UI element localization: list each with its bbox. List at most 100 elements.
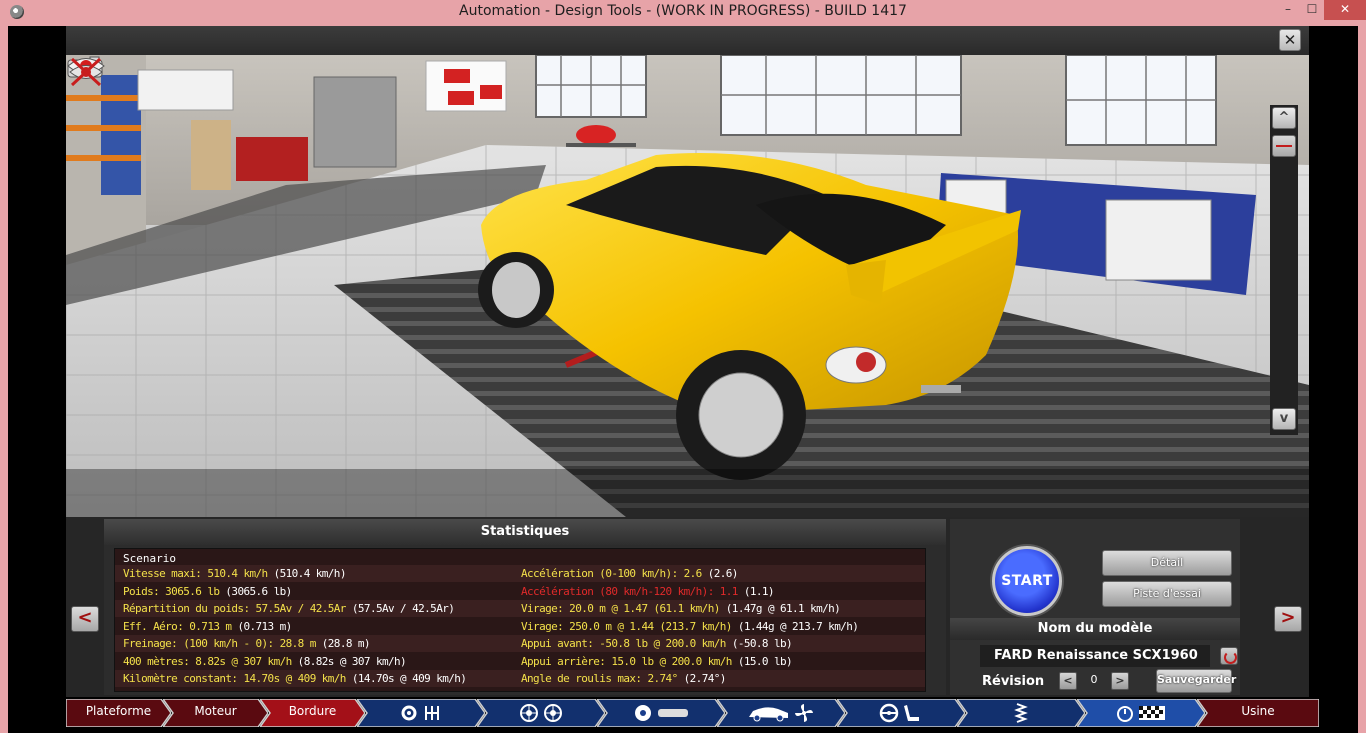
stat-value: Appui avant: -50.8 lb @ 200.0 km/h xyxy=(521,637,726,650)
stat-compare-value: (28.8 m) xyxy=(321,637,371,650)
nav-tab-label: Bordure xyxy=(288,704,337,718)
window-titlebar: Automation - Design Tools - (WORK IN PRO… xyxy=(0,0,1366,24)
nav-tab-body-aero[interactable] xyxy=(717,699,845,727)
stat-value: Accélération (0-100 km/h): 2.6 xyxy=(521,567,702,580)
next-button[interactable]: > xyxy=(1274,606,1302,632)
stats-row: Vitesse maxi: 510.4 km/h (510.4 km/h) Acc… xyxy=(115,565,925,582)
steering-wheel-icon xyxy=(879,703,899,723)
save-button[interactable]: Sauvegarder xyxy=(1156,669,1236,693)
stat-left-cell: Répartition du poids: 57.5Av / 42.5Ar (5… xyxy=(123,602,455,615)
model-name-header: Nom du modèle xyxy=(950,618,1240,640)
stat-compare-value: (0.713 m) xyxy=(237,619,292,633)
start-button[interactable]: START xyxy=(992,546,1062,616)
stat-left-cell: Kilomètre constant: 14.70s @ 409 km/h (1… xyxy=(123,672,467,685)
stat-value: Virage: 20.0 m @ 1.47 (61.1 km/h) xyxy=(521,602,720,615)
nav-tab-usine[interactable]: Usine xyxy=(1197,699,1319,727)
stat-right-cell: Accélération (0-100 km/h): 2.6 (2.6) xyxy=(521,567,738,580)
window-title: Automation - Design Tools - (WORK IN PRO… xyxy=(459,3,907,19)
scroll-down-button[interactable]: v xyxy=(1272,408,1296,430)
statistics-title: Statistiques xyxy=(104,519,946,545)
stat-value: Virage: 250.0 m @ 1.44 (213.7 km/h) xyxy=(521,619,732,633)
stats-row: Kilomètre constant: 14.70s @ 409 km/h (1… xyxy=(115,670,925,687)
nav-tab-testing[interactable] xyxy=(1077,699,1205,727)
detail-button[interactable]: Détail xyxy=(1102,550,1232,576)
statistics-table: Scenario Vitesse maxi: 510.4 km/h (510.4… xyxy=(114,548,926,692)
stat-compare-value: (8.82s @ 307 km/h) xyxy=(297,654,407,668)
stat-compare-value: (15.0 lb) xyxy=(737,654,793,668)
stat-right-cell: Appui avant: -50.8 lb @ 200.0 km/h (-50.… xyxy=(521,637,793,650)
garage-scene xyxy=(66,55,1309,517)
nav-tab-bordure[interactable]: Bordure xyxy=(260,699,365,727)
scenario-label: Scenario xyxy=(123,552,176,565)
brake-caliper-icon xyxy=(658,709,688,717)
stat-compare-value: (1.44g @ 213.7 km/h) xyxy=(737,619,859,633)
stat-left-cell: Eff. Aéro: 0.713 m (0.713 m) xyxy=(123,620,292,633)
stat-right-cell: Virage: 250.0 m @ 1.44 (213.7 km/h) (1.4… xyxy=(521,619,859,633)
statistics-panel: Statistiques Scenario Vitesse maxi: 510.… xyxy=(104,519,946,695)
nav-tab-label: Usine xyxy=(1241,704,1275,718)
stat-compare-value: (1.1) xyxy=(743,584,775,598)
bottom-panel: < > Statistiques Scenario Vitesse maxi: … xyxy=(66,517,1309,697)
nav-tab-wheels[interactable] xyxy=(477,699,605,727)
maximize-button[interactable]: ☐ xyxy=(1300,0,1324,20)
brake-disc-icon xyxy=(635,705,651,721)
gear-icon xyxy=(401,705,417,721)
nav-tab-label: Plateforme xyxy=(85,704,152,718)
nav-tab-label: Moteur xyxy=(194,704,237,718)
stat-value: Poids: 3065.6 lb xyxy=(123,584,220,598)
stat-value: Angle de roulis max: 2.74° xyxy=(521,672,678,685)
fan-icon xyxy=(795,704,813,722)
spring-icon xyxy=(1014,703,1028,723)
zoom-scrollbar[interactable]: ^ v xyxy=(1270,105,1298,435)
stat-compare-value: (2.74°) xyxy=(683,672,727,685)
nav-tab-brakes[interactable] xyxy=(597,699,725,727)
stat-value: Appui arrière: 15.0 lb @ 200.0 km/h xyxy=(521,654,732,668)
stat-value: 400 mètres: 8.82s @ 307 km/h xyxy=(123,654,292,668)
stat-value: Freinage: (100 km/h - 0): 28.8 m xyxy=(123,637,316,650)
stat-compare-value: (3065.6 lb) xyxy=(225,584,292,598)
stat-compare-value: (57.5Av / 42.5Ar) xyxy=(351,602,455,615)
stat-compare-value: (510.4 km/h) xyxy=(273,567,347,580)
revision-value: 0 xyxy=(1090,673,1098,686)
stat-right-cell: Angle de roulis max: 2.74° (2.74°) xyxy=(521,672,726,685)
stat-compare-value: (2.6) xyxy=(707,567,739,580)
hide-view-icon[interactable] xyxy=(66,55,106,89)
stat-value: Eff. Aéro: 0.713 m xyxy=(123,619,232,633)
nav-tab-plateforme[interactable]: Plateforme xyxy=(66,699,171,727)
revision-decrement-button[interactable]: < xyxy=(1059,672,1077,690)
nav-tab-interior[interactable] xyxy=(837,699,965,727)
stat-value: Accélération (80 km/h-120 km/h): 1.1 xyxy=(521,584,738,598)
stat-right-cell: Virage: 20.0 m @ 1.47 (61.1 km/h) (1.47g… xyxy=(521,602,841,615)
checkered-flag-icon xyxy=(1139,706,1165,720)
app-client-area: ✕ ^ v < > Statistiques Scenario Vitesse … xyxy=(8,26,1358,733)
nav-tab-moteur[interactable]: Moteur xyxy=(163,699,268,727)
model-panel: START Détail Piste d'essai Nom du modèle… xyxy=(950,519,1240,695)
stats-row: Freinage: (100 km/h - 0): 28.8 m (28.8 m… xyxy=(115,635,925,652)
close-window-button[interactable]: ✕ xyxy=(1324,0,1366,20)
viewport-header xyxy=(66,26,1309,55)
test-track-button[interactable]: Piste d'essai xyxy=(1102,581,1232,607)
wheel-icon xyxy=(544,704,562,722)
refresh-icon[interactable] xyxy=(1220,647,1238,665)
minimize-button[interactable]: – xyxy=(1276,0,1300,20)
model-name-field[interactable]: FARD Renaissance SCX1960 xyxy=(980,645,1210,667)
stats-row: Poids: 3065.6 lb (3065.6 lb) Accélération… xyxy=(115,583,925,600)
stats-row: Répartition du poids: 57.5Av / 42.5Ar (5… xyxy=(115,600,925,617)
stat-left-cell: Freinage: (100 km/h - 0): 28.8 m (28.8 m… xyxy=(123,637,371,650)
wheel-icon xyxy=(520,704,538,722)
scroll-up-button[interactable]: ^ xyxy=(1272,107,1296,129)
stat-compare-value: (-50.8 lb) xyxy=(731,637,793,650)
zoom-slider-thumb[interactable] xyxy=(1272,135,1296,157)
stopwatch-icon xyxy=(1117,706,1133,722)
stats-row: Eff. Aéro: 0.713 m (0.713 m) Virage: 250.… xyxy=(115,618,925,635)
close-viewport-button[interactable]: ✕ xyxy=(1279,29,1301,51)
stat-left-cell: Vitesse maxi: 510.4 km/h (510.4 km/h) xyxy=(123,567,346,580)
stat-value: Répartition du poids: 57.5Av / 42.5Ar xyxy=(123,602,346,615)
nav-tab-engine-gearbox[interactable] xyxy=(357,699,485,727)
stat-value: Vitesse maxi: 510.4 km/h xyxy=(123,567,268,580)
revision-increment-button[interactable]: > xyxy=(1111,672,1129,690)
car-3d-viewport[interactable]: ^ v xyxy=(66,55,1309,517)
previous-button[interactable]: < xyxy=(71,606,99,632)
revision-label: Révision xyxy=(982,674,1045,689)
nav-tab-suspension[interactable] xyxy=(957,699,1085,727)
